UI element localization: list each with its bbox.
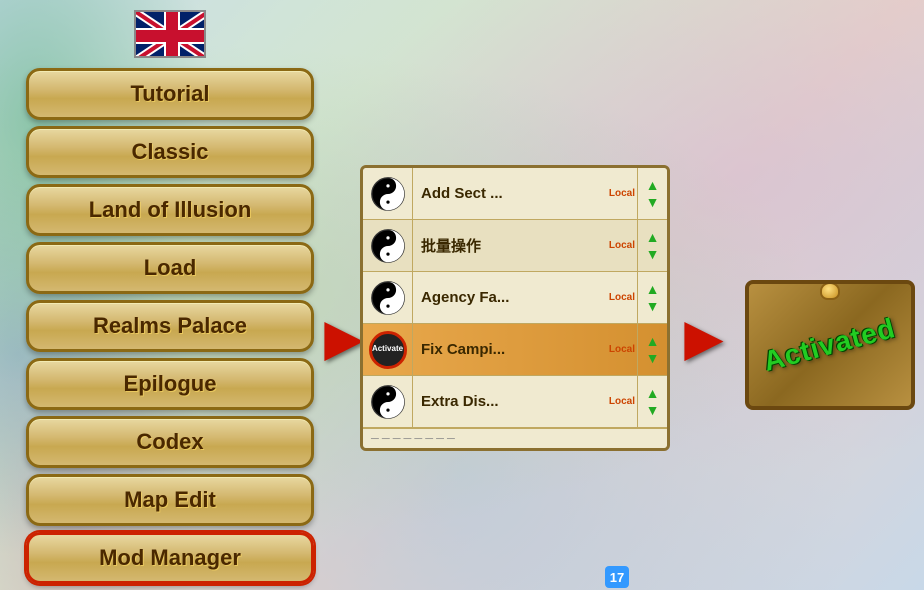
arrow-down-fix[interactable]: ▼ [646,350,660,366]
mod-item-partial: ─ ─ ─ ─ ─ ─ ─ ─ [363,428,667,448]
arrow-up-batch[interactable]: ▲ [646,229,660,245]
mod-icon-add-sect [363,168,413,220]
arrow-down-extra[interactable]: ▼ [646,402,660,418]
activated-panel: Activated [745,280,915,410]
mod-panel: Add Sect ... Local ▲ ▼ 批量操作 Local [360,165,670,451]
mod-tag-add-sect: Local [609,188,635,199]
menu-btn-epilogue[interactable]: Epilogue [26,358,314,410]
arrow-down-batch[interactable]: ▼ [646,246,660,262]
menu-btn-land-of-illusion[interactable]: Land of Illusion [26,184,314,236]
mod-name-extra-dis: Extra Dis... [413,393,609,410]
mod-icon-extra-dis [363,376,413,428]
mod-tag-extra-dis: Local [609,396,635,407]
mod-arrows-fix-campi[interactable]: ▲ ▼ [637,324,667,375]
menu-btn-realms-palace[interactable]: Realms Palace [26,300,314,352]
menu-btn-tutorial[interactable]: Tutorial [26,68,314,120]
mod-arrows-agency-fa[interactable]: ▲ ▼ [637,272,667,323]
mod-icon-fix-campi: Activate [363,324,413,376]
left-menu-panel: Tutorial Classic Land of Illusion Load R… [15,10,325,584]
gold-orb-icon [820,282,840,300]
mod-item-agency-fa[interactable]: Agency Fa... Local ▲ ▼ [363,272,667,324]
mod-item-extra-dis[interactable]: Extra Dis... Local ▲ ▼ [363,376,667,428]
arrow-down-add-sect[interactable]: ▼ [646,194,660,210]
arrow-up-add-sect[interactable]: ▲ [646,177,660,193]
mod-tag-fix-campi: Local [609,344,635,355]
mod-icon-batch-ops [363,220,413,272]
mod-name-agency-fa: Agency Fa... [413,289,609,306]
arrow-up-extra[interactable]: ▲ [646,385,660,401]
partial-row-text: ─ ─ ─ ─ ─ ─ ─ ─ [371,433,455,445]
activate-icon-label: Activate [372,345,403,354]
number-badge: 17 [605,566,629,588]
menu-btn-classic[interactable]: Classic [26,126,314,178]
mod-arrows-batch-ops[interactable]: ▲ ▼ [637,220,667,271]
mod-name-add-sect: Add Sect ... [413,185,609,202]
left-arrow-indicator: ▶ [325,310,362,366]
mod-arrows-add-sect[interactable]: ▲ ▼ [637,168,667,219]
arrow-up-fix[interactable]: ▲ [646,333,660,349]
menu-btn-mod-manager[interactable]: Mod Manager [26,532,314,584]
arrow-up-agency[interactable]: ▲ [646,281,660,297]
mod-list: Add Sect ... Local ▲ ▼ 批量操作 Local [363,168,667,448]
menu-btn-codex[interactable]: Codex [26,416,314,468]
mod-arrows-extra-dis[interactable]: ▲ ▼ [637,376,667,427]
arrow-down-agency[interactable]: ▼ [646,298,660,314]
activated-text: Activated [761,312,900,378]
mod-item-fix-campi[interactable]: Activate Fix Campi... Local ▲ ▼ [363,324,667,376]
uk-flag-icon [134,10,206,58]
mod-item-batch-ops[interactable]: 批量操作 Local ▲ ▼ [363,220,667,272]
mod-name-fix-campi: Fix Campi... [413,341,609,358]
menu-btn-load[interactable]: Load [26,242,314,294]
activate-icon: Activate [369,331,407,369]
mod-icon-agency-fa [363,272,413,324]
mod-tag-agency-fa: Local [609,292,635,303]
mod-item-add-sect[interactable]: Add Sect ... Local ▲ ▼ [363,168,667,220]
menu-btn-map-edit[interactable]: Map Edit [26,474,314,526]
right-arrow-indicator: ▶ [685,310,722,366]
mod-name-batch-ops: 批量操作 [413,235,609,256]
mod-tag-batch-ops: Local [609,240,635,251]
